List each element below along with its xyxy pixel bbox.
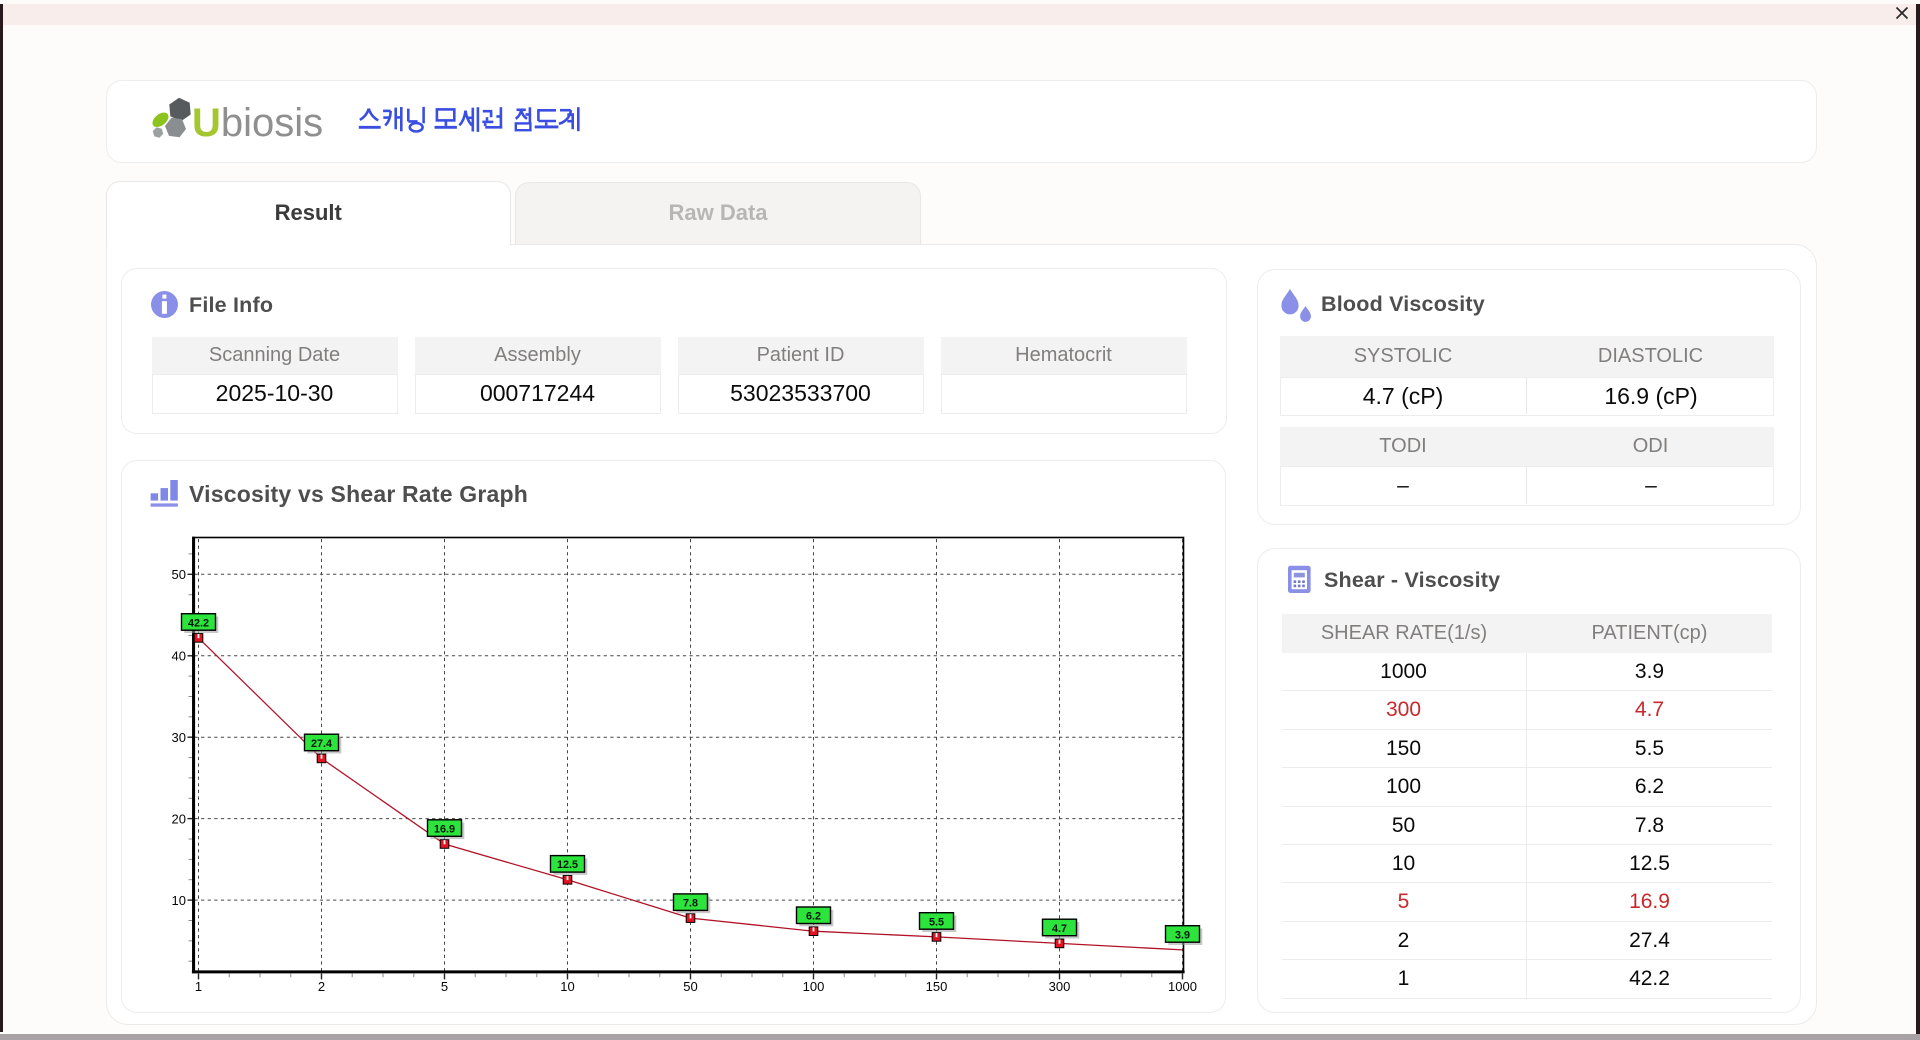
svg-text:300: 300 — [1049, 979, 1071, 994]
svg-text:6.2: 6.2 — [806, 911, 821, 923]
svg-text:5: 5 — [441, 979, 448, 994]
svg-text:16.9: 16.9 — [434, 823, 455, 835]
svg-text:40: 40 — [172, 649, 186, 664]
svg-text:12.5: 12.5 — [557, 859, 578, 871]
svg-text:30: 30 — [172, 730, 186, 745]
svg-text:10: 10 — [560, 979, 574, 994]
svg-text:1000: 1000 — [1168, 979, 1197, 994]
svg-text:150: 150 — [926, 979, 948, 994]
svg-text:100: 100 — [803, 979, 825, 994]
svg-text:10: 10 — [172, 893, 186, 908]
svg-text:3.9: 3.9 — [1175, 929, 1190, 941]
svg-text:27.4: 27.4 — [311, 738, 332, 750]
svg-text:7.8: 7.8 — [683, 898, 698, 910]
svg-text:5.5: 5.5 — [929, 916, 944, 928]
svg-text:2: 2 — [318, 979, 325, 994]
svg-text:50: 50 — [683, 979, 697, 994]
svg-text:1: 1 — [195, 979, 202, 994]
svg-text:50: 50 — [172, 567, 186, 582]
svg-text:20: 20 — [172, 811, 186, 826]
svg-text:4.7: 4.7 — [1052, 923, 1067, 935]
svg-text:42.2: 42.2 — [188, 617, 209, 629]
